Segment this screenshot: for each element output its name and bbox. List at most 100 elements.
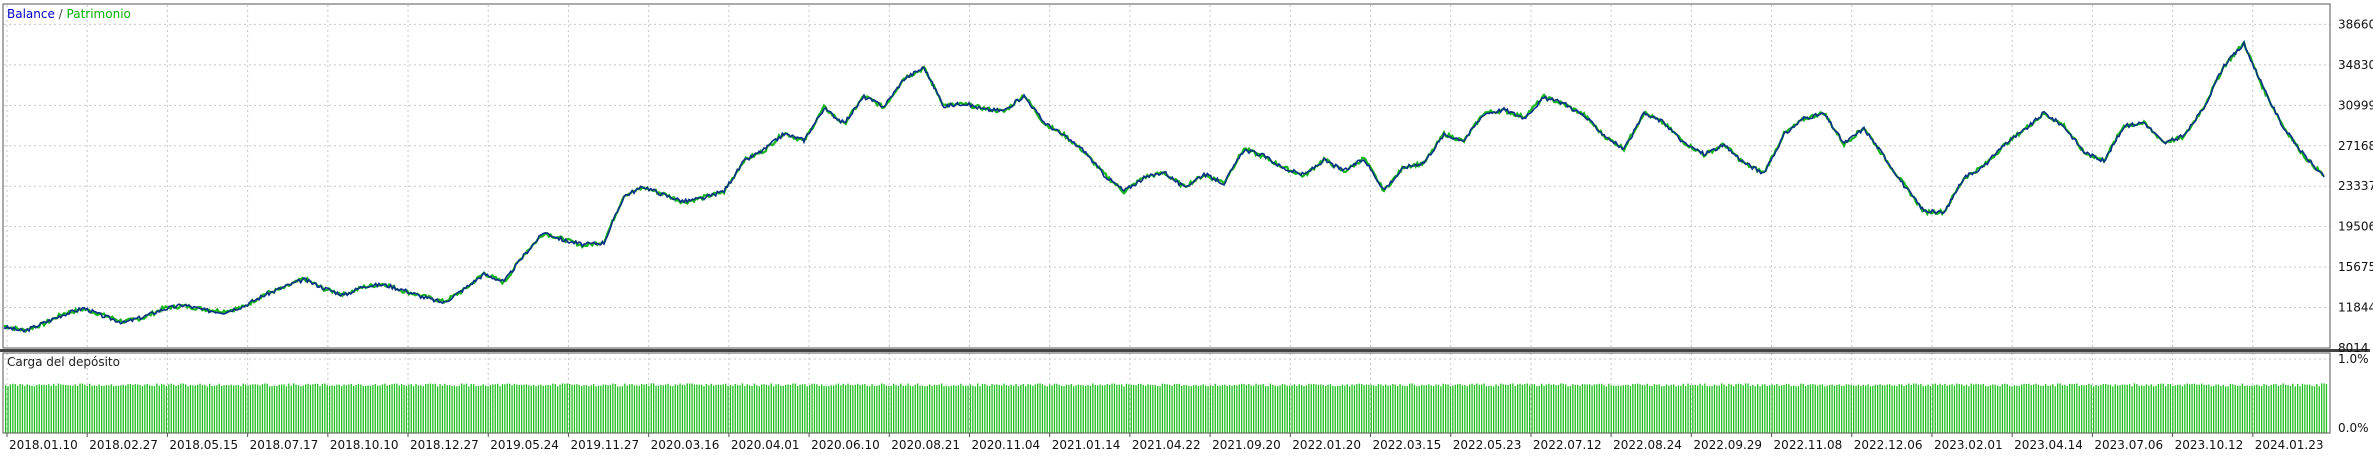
load-bar <box>2273 384 2275 433</box>
load-bar <box>1243 384 1245 433</box>
load-bar <box>957 385 960 433</box>
load-bar <box>1737 383 1740 433</box>
load-bar <box>283 384 285 433</box>
load-bar <box>2018 386 2020 433</box>
load-bar <box>2145 384 2148 433</box>
load-bar <box>374 384 376 433</box>
load-bar <box>2167 384 2169 433</box>
load-bar <box>2234 385 2236 433</box>
load-bar <box>7 386 9 433</box>
load-bar <box>1099 384 1101 433</box>
load-bar <box>139 384 141 433</box>
load-bar <box>187 386 189 433</box>
load-bar <box>1106 384 1108 433</box>
load-bar <box>482 384 484 433</box>
load-bar <box>321 383 324 433</box>
load-bar <box>2066 385 2068 433</box>
load-bar <box>1113 383 1116 433</box>
load-bar <box>914 384 916 433</box>
load-bar <box>103 385 105 433</box>
load-bar <box>1226 385 1228 433</box>
load-bar <box>1867 384 1869 433</box>
load-bar <box>2124 384 2126 433</box>
load-bar <box>1269 383 1272 433</box>
load-bar <box>1471 383 1473 433</box>
load-bar <box>1452 385 1454 433</box>
load-bar <box>1517 384 1519 433</box>
load-bar <box>1785 383 1788 433</box>
load-bar <box>1185 385 1188 433</box>
load-bar <box>1497 385 1500 433</box>
load-bar <box>2169 384 2172 433</box>
load-bar <box>1817 385 1819 433</box>
load-bar <box>773 386 775 433</box>
load-bar <box>631 383 633 433</box>
load-bar <box>1920 383 1922 433</box>
load-bar <box>168 384 170 433</box>
load-bar <box>233 385 235 433</box>
load-bar <box>1509 383 1512 433</box>
load-bar <box>326 385 328 433</box>
load-bar <box>1994 384 1996 433</box>
load-bar <box>734 384 736 433</box>
load-bar <box>1152 385 1154 433</box>
load-bar <box>1459 383 1461 433</box>
load-bar <box>1557 385 1560 433</box>
load-bar <box>811 383 813 433</box>
load-bar <box>866 385 868 433</box>
load-bar <box>955 385 957 433</box>
load-bar <box>2102 384 2104 433</box>
load-bar <box>1562 383 1564 433</box>
load-bar <box>477 385 480 433</box>
load-bar <box>2112 386 2114 433</box>
x-tick-label: 2022.07.12 <box>1533 438 1602 452</box>
load-bar <box>643 384 645 433</box>
load-bar <box>744 386 746 433</box>
load-bar <box>912 386 914 433</box>
load-bar <box>725 383 727 433</box>
load-bar <box>1910 385 1912 433</box>
load-bar <box>2078 385 2080 433</box>
load-bar <box>1154 384 1156 433</box>
load-bar <box>367 385 369 433</box>
load-bar <box>1495 384 1497 433</box>
load-bar <box>2268 386 2270 433</box>
load-bar <box>573 384 576 433</box>
load-bar <box>513 383 516 433</box>
load-bar <box>655 385 657 433</box>
load-bar <box>1250 385 1252 433</box>
load-bar <box>1361 384 1363 433</box>
load-bar <box>657 385 660 433</box>
load-bar <box>1975 383 1977 433</box>
load-bar <box>1070 384 1072 433</box>
load-bar <box>533 384 535 433</box>
load-bar <box>1752 384 1754 433</box>
load-bar <box>612 383 614 433</box>
load-bar <box>1147 384 1149 433</box>
load-bar <box>2114 384 2116 433</box>
load-bar <box>2318 386 2320 433</box>
load-bar <box>1334 386 1336 433</box>
load-bar <box>753 383 756 433</box>
load-bar <box>1217 385 1219 433</box>
load-bar <box>1903 386 1905 433</box>
load-bar <box>2325 384 2328 433</box>
load-bar <box>2193 383 2196 433</box>
load-bar <box>242 383 244 433</box>
load-bar <box>218 383 220 433</box>
load-bar <box>804 384 806 433</box>
load-bar <box>775 384 777 433</box>
load-bar <box>1260 384 1262 433</box>
load-bar <box>1389 385 1392 433</box>
load-bar <box>1281 383 1284 433</box>
load-bar <box>249 385 252 433</box>
load-bar <box>1017 386 1020 433</box>
load-bar <box>907 383 909 433</box>
load-bar <box>732 385 734 433</box>
load-bar <box>235 385 237 433</box>
load-bar <box>1548 383 1550 433</box>
load-bar <box>720 384 722 433</box>
load-bar <box>1488 385 1490 433</box>
load-bar <box>1809 384 1812 433</box>
load-bar <box>1699 383 1701 433</box>
